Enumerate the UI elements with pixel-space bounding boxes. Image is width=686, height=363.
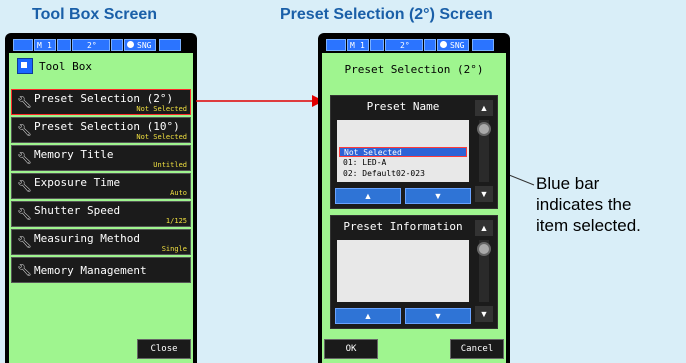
ok-button[interactable]: OK — [324, 339, 378, 359]
annotation-line: item selected. — [536, 216, 641, 235]
angle-label: 2° — [400, 41, 410, 50]
preset-info-panel: Preset Information ▲ ▼ ▲ ▼ — [330, 215, 498, 329]
memory-label: M — [350, 41, 355, 50]
mode-dot-icon — [440, 41, 447, 48]
cancel-button[interactable]: Cancel — [450, 339, 504, 359]
status-segment — [370, 39, 384, 51]
scroll-knob[interactable] — [477, 122, 491, 136]
preset-info-nav: ▲ ▼ — [335, 308, 471, 324]
preset-info-title: Preset Information — [343, 220, 463, 233]
mode-indicator: SNG — [437, 39, 469, 51]
preset-name-nav: ▲ ▼ — [335, 188, 471, 204]
down-arrow-icon[interactable]: ▼ — [405, 188, 471, 204]
status-bar: M 1 2° SNG — [322, 37, 506, 53]
up-arrow-icon[interactable]: ▲ — [335, 308, 401, 324]
scroll-top-icon[interactable]: ▲ — [475, 220, 493, 236]
annotation-line: indicates the — [536, 195, 632, 214]
scroll-bottom-icon[interactable]: ▼ — [475, 186, 493, 202]
memory-indicator: M 1 — [347, 39, 369, 51]
preset-name-title: Preset Name — [366, 100, 440, 113]
annotation-line: Blue bar — [536, 174, 600, 193]
memory-number: 1 — [360, 41, 365, 50]
status-segment — [424, 39, 436, 51]
preset-list: Not Selected 01: LED-A 02: Default02-023 — [337, 120, 469, 182]
selection-annotation: Blue bar indicates the item selected. — [536, 173, 641, 236]
battery-indicator — [326, 39, 346, 51]
list-item-label: Not Selected — [344, 148, 402, 157]
card-indicator — [472, 39, 494, 51]
scroll-top-icon[interactable]: ▲ — [475, 100, 493, 116]
down-arrow-icon[interactable]: ▼ — [405, 308, 471, 324]
list-item[interactable]: 01: LED-A — [343, 158, 386, 167]
preset-screen: M 1 2° SNG Preset Selection (2°) Preset … — [322, 37, 506, 363]
up-arrow-icon[interactable]: ▲ — [335, 188, 401, 204]
preset-name-panel: Preset Name ▲ Not Selected 01: LED-A 02:… — [330, 95, 498, 209]
list-item-selected[interactable]: Not Selected — [339, 147, 467, 157]
preset-title: Preset Selection (2°) — [344, 63, 484, 76]
scroll-knob[interactable] — [477, 242, 491, 256]
scroll-bottom-icon[interactable]: ▼ — [475, 306, 493, 322]
angle-indicator: 2° — [385, 39, 423, 51]
preset-device: M 1 2° SNG Preset Selection (2°) Preset … — [318, 33, 510, 363]
mode-label: SNG — [450, 41, 465, 50]
preset-info-box — [337, 240, 469, 302]
list-item[interactable]: 02: Default02-023 — [343, 169, 425, 178]
